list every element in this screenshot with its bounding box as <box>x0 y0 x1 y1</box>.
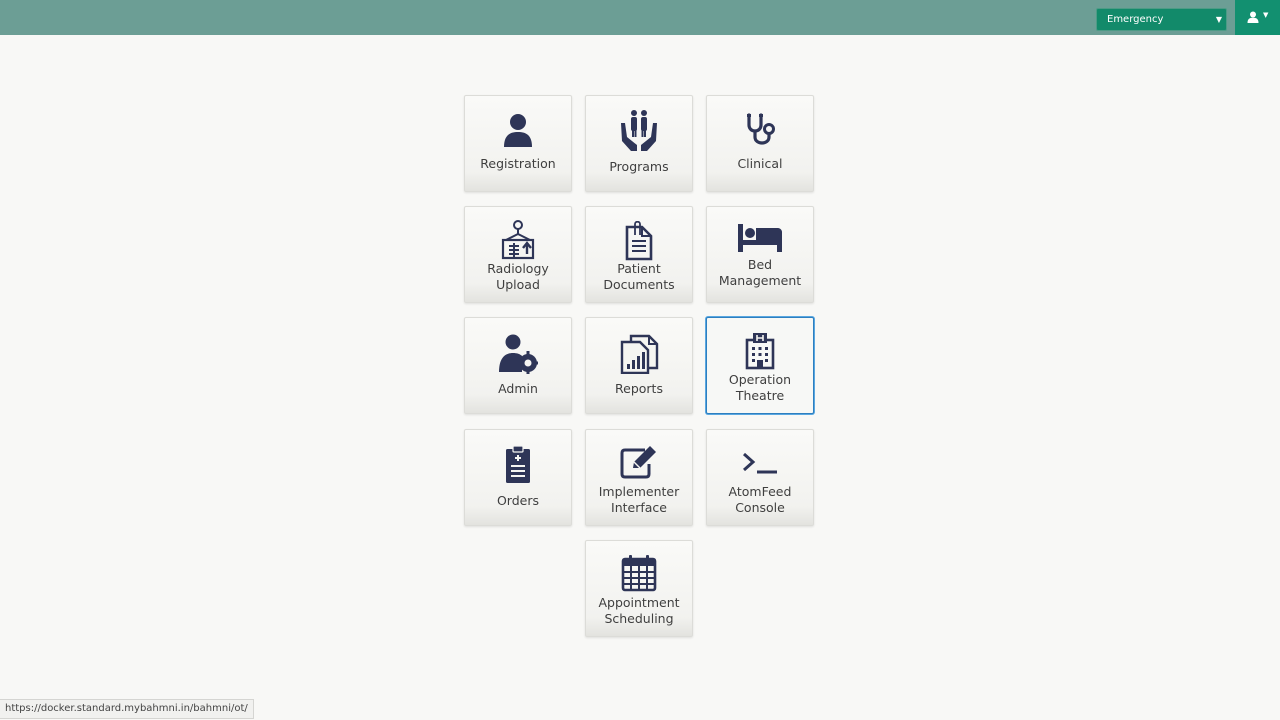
label-line: Upload <box>496 277 540 292</box>
user-menu-button[interactable]: ▼ <box>1235 0 1280 35</box>
app-tile-admin[interactable]: Admin <box>464 317 572 414</box>
clipped-document-icon <box>586 219 692 263</box>
location-select[interactable]: Emergency ▼ <box>1096 8 1227 31</box>
app-tile-registration[interactable]: Registration <box>464 95 572 192</box>
app-label: AtomFeed Console <box>707 484 813 516</box>
label-line: Operation <box>728 372 792 387</box>
app-label: Reports <box>615 381 663 396</box>
app-tile-patient-documents[interactable]: Patient Documents <box>585 206 693 303</box>
label-line: Appointment <box>598 595 680 610</box>
calendar-icon <box>586 551 692 595</box>
label-line: Management <box>718 273 802 288</box>
label-line: Theatre <box>735 388 785 403</box>
app-label: Orders <box>496 493 540 508</box>
terminal-icon <box>707 440 813 484</box>
app-label: Clinical <box>737 156 783 171</box>
app-label: Appointment Scheduling <box>586 595 692 627</box>
app-tile-implementer-interface[interactable]: Implementer Interface <box>585 429 693 526</box>
top-header-bar: Emergency ▼ ▼ <box>0 0 1280 35</box>
app-label: Radiology Upload <box>465 261 571 293</box>
clipboard-list-icon <box>465 442 571 486</box>
label-line: Console <box>735 500 785 515</box>
reports-chart-icon <box>586 332 692 376</box>
label-line: Implementer <box>598 484 680 499</box>
app-label: Admin <box>498 381 538 396</box>
label-line: AtomFeed <box>728 484 792 499</box>
app-tile-reports[interactable]: Reports <box>585 317 693 414</box>
label-line: Scheduling <box>604 611 674 626</box>
user-icon <box>465 108 571 152</box>
app-tile-bed-management[interactable]: Bed Management <box>706 206 814 303</box>
family-hands-icon <box>586 108 692 152</box>
app-label: Implementer Interface <box>586 484 692 516</box>
chevron-down-icon: ▼ <box>1215 15 1222 24</box>
app-tile-radiology-upload[interactable]: Radiology Upload <box>464 206 572 303</box>
caret-down-icon: ▼ <box>1263 11 1269 19</box>
label-line: Interface <box>611 500 667 515</box>
user-icon <box>1247 11 1259 23</box>
app-tile-orders[interactable]: Orders <box>464 429 572 526</box>
app-label: Bed Management <box>707 257 813 289</box>
app-tile-appointment-scheduling[interactable]: Appointment Scheduling <box>585 540 693 637</box>
status-bar-url: https://docker.standard.mybahmni.in/bahm… <box>0 699 254 719</box>
label-line: Bed <box>747 257 773 272</box>
app-tile-atomfeed-console[interactable]: AtomFeed Console <box>706 429 814 526</box>
bed-icon <box>707 215 813 259</box>
user-gear-icon <box>465 332 571 376</box>
label-line: Documents <box>603 277 675 292</box>
app-tile-programs[interactable]: Programs <box>585 95 693 192</box>
label-line: Radiology <box>487 261 549 276</box>
edit-icon <box>586 440 692 484</box>
app-tile-operation-theatre[interactable]: Operation Theatre <box>706 317 814 414</box>
app-label: Patient Documents <box>586 261 692 293</box>
stethoscope-icon <box>707 108 813 152</box>
label-line: Patient <box>617 261 661 276</box>
app-label: Programs <box>609 159 669 174</box>
app-label: Operation Theatre <box>707 372 813 404</box>
location-select-value: Emergency <box>1107 14 1164 25</box>
app-label: Registration <box>480 156 556 171</box>
radiology-icon <box>465 219 571 263</box>
app-tile-clinical[interactable]: Clinical <box>706 95 814 192</box>
hospital-building-icon <box>707 330 813 374</box>
